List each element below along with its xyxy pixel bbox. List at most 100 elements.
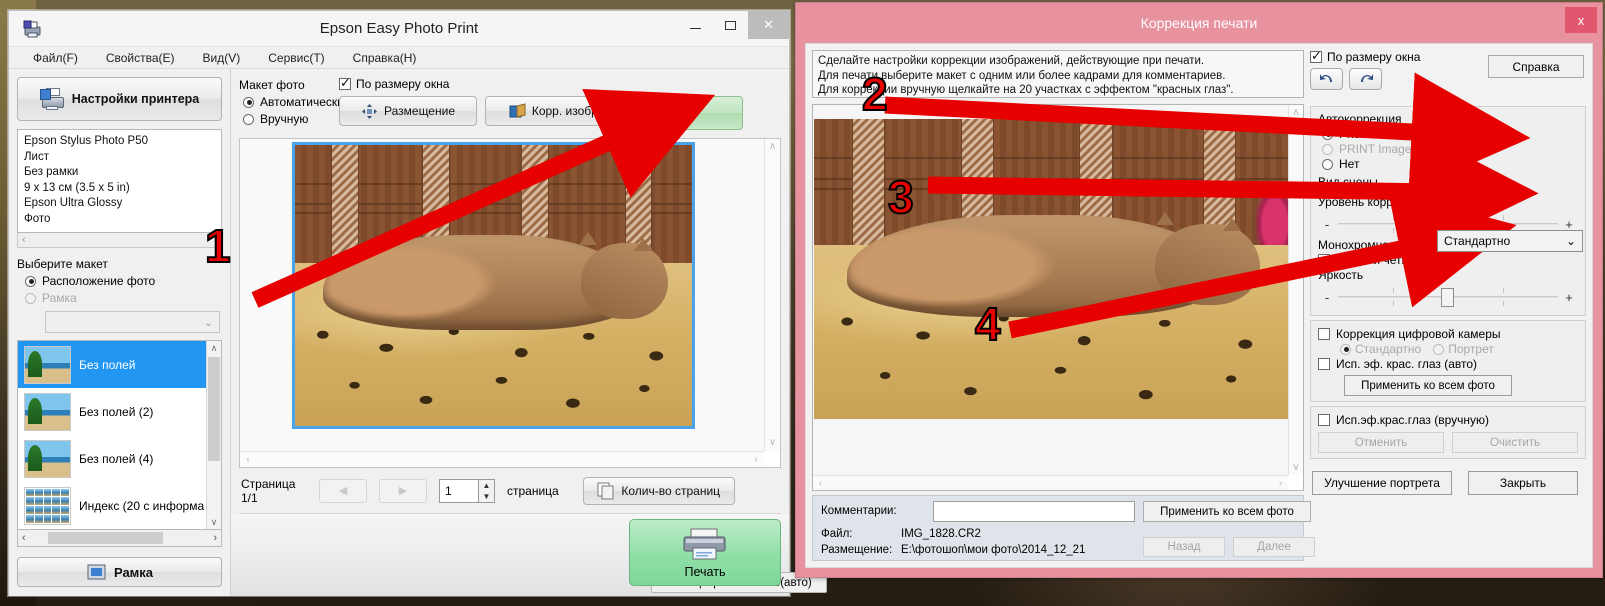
list-item[interactable]: Без полей (4) bbox=[18, 435, 221, 482]
list-item[interactable]: Индекс (20 с информа bbox=[18, 482, 221, 529]
print-button[interactable]: Печать bbox=[629, 519, 781, 586]
vivid-checkbox[interactable]: Яркое и четкое bbox=[1318, 253, 1578, 267]
undo-button[interactable]: Отменить bbox=[1318, 432, 1444, 453]
page-spin-buttons[interactable]: ▲ ▼ bbox=[479, 478, 495, 503]
dialog-close-button[interactable]: x bbox=[1565, 7, 1597, 33]
radio-icon bbox=[1433, 343, 1445, 355]
list-item-label: Индекс (20 с информа bbox=[79, 498, 205, 513]
dialog-photo-area[interactable]: ∧ ∨ ‹ › bbox=[812, 104, 1304, 491]
printer-settings-button[interactable]: Настройки принтера bbox=[17, 77, 222, 121]
close-button[interactable]: ✕ bbox=[748, 11, 789, 39]
scene-type-combo[interactable]: Стандартно ⌄ bbox=[1437, 230, 1583, 252]
comments-input[interactable] bbox=[933, 501, 1135, 522]
menu-item-properties[interactable]: Свойства(E) bbox=[92, 49, 189, 67]
list-item[interactable]: Без полей (2) bbox=[18, 388, 221, 435]
page-count-button[interactable]: Колич-во страниц bbox=[582, 476, 735, 505]
layout-radio-frame[interactable]: Рамка bbox=[25, 291, 222, 305]
frame-button[interactable]: Рамка bbox=[17, 557, 222, 587]
menu-item-file[interactable]: Файл(F) bbox=[19, 49, 92, 67]
brightness-slider[interactable]: - + bbox=[1322, 284, 1574, 310]
slider-track[interactable] bbox=[1338, 288, 1558, 307]
scroll-down-icon[interactable]: ∨ bbox=[765, 435, 780, 451]
slider-knob[interactable] bbox=[1441, 288, 1455, 307]
camera-mode-label: Стандартно bbox=[1355, 342, 1422, 356]
redeye-manual-checkbox[interactable]: Исп.эф.крас.глаз (вручную) bbox=[1318, 413, 1578, 427]
scrollbar-thumb[interactable] bbox=[208, 357, 220, 461]
autocorrect-radio-none[interactable]: Нет bbox=[1322, 157, 1578, 171]
mode-radio-manual[interactable]: Вручную bbox=[243, 112, 339, 126]
scrollbar-thumb[interactable] bbox=[48, 532, 163, 544]
previous-page-button[interactable]: ◀ bbox=[319, 478, 367, 503]
scroll-right-icon[interactable]: › bbox=[213, 234, 217, 246]
dialog-help-button[interactable]: Справка bbox=[1488, 55, 1584, 78]
back-button-label: Назад bbox=[657, 100, 697, 115]
photo-preview-large[interactable] bbox=[814, 119, 1288, 419]
spin-down-icon[interactable]: ▼ bbox=[479, 491, 494, 502]
scroll-left-icon[interactable]: ‹ bbox=[813, 476, 828, 490]
redeye-manual-buttons: Отменить Очистить bbox=[1318, 432, 1578, 453]
slider-minus-label: - bbox=[1324, 289, 1330, 305]
layout-radio-photo-arrangement[interactable]: Расположение фото bbox=[25, 274, 222, 288]
mode-radio-auto[interactable]: Автоматически bbox=[243, 95, 344, 109]
dialog-close-text-button[interactable]: Закрыть bbox=[1468, 471, 1578, 495]
dialog-photo-vscrollbar[interactable]: ∧ ∨ bbox=[1288, 105, 1303, 475]
layout-list-vscrollbar[interactable]: ∧ ∨ bbox=[206, 341, 221, 529]
scroll-up-icon[interactable]: ∧ bbox=[207, 341, 221, 355]
layout-combo[interactable]: ⌄ bbox=[45, 311, 220, 333]
layout-list-hscrollbar[interactable]: ‹ › bbox=[17, 530, 222, 547]
preview-hscrollbar[interactable]: ‹ › bbox=[240, 451, 764, 467]
preview-area[interactable]: ∧ ∨ ‹ › bbox=[239, 138, 781, 468]
menu-item-help[interactable]: Справка(H) bbox=[339, 49, 431, 67]
autocorrect-radio-print-image-matching[interactable]: PRINT Image Matching bbox=[1322, 142, 1578, 156]
apply-to-all-photos-button[interactable]: Применить ко всем фото bbox=[1143, 501, 1311, 522]
menu-item-view[interactable]: Вид(V) bbox=[189, 49, 255, 67]
list-item[interactable]: Без полей bbox=[18, 341, 221, 388]
preview-vscrollbar[interactable]: ∧ ∨ bbox=[764, 139, 780, 451]
scroll-right-icon[interactable]: › bbox=[1273, 476, 1288, 490]
scroll-left-icon[interactable]: ‹ bbox=[240, 452, 256, 467]
printer-info-hscrollbar[interactable]: ‹ › bbox=[17, 233, 222, 248]
next-page-button[interactable]: ▶ bbox=[379, 478, 427, 503]
page-number-input[interactable]: 1 bbox=[439, 478, 479, 503]
dialog-next-button[interactable]: Далее bbox=[1233, 537, 1315, 557]
autocorrect-option-label: PRINT Image Matching bbox=[1339, 142, 1464, 156]
rotate-right-button[interactable] bbox=[1349, 68, 1382, 90]
layout-radio-label: Рамка bbox=[42, 291, 77, 305]
redeye-manual-label: Исп.эф.крас.глаз (вручную) bbox=[1336, 413, 1489, 427]
maximize-button[interactable] bbox=[713, 11, 748, 39]
radio-icon bbox=[1322, 158, 1333, 170]
checkbox-icon bbox=[339, 75, 351, 91]
scroll-up-icon[interactable]: ∧ bbox=[765, 139, 780, 155]
minimize-button[interactable] bbox=[678, 11, 713, 39]
page-number-stepper[interactable]: 1 ▲ ▼ bbox=[439, 478, 495, 503]
dialog-prev-button[interactable]: Назад bbox=[1143, 537, 1225, 557]
scroll-right-icon[interactable]: › bbox=[748, 452, 764, 467]
camera-mode-row: Стандартно Портрет bbox=[1340, 342, 1578, 356]
scroll-down-icon[interactable]: ∨ bbox=[207, 515, 221, 529]
spin-up-icon[interactable]: ▲ bbox=[479, 480, 494, 491]
fit-to-window-checkbox[interactable]: По размеру окна bbox=[339, 75, 779, 91]
menu-item-service[interactable]: Сервис(T) bbox=[254, 49, 338, 67]
dialog-photo-hscrollbar[interactable]: ‹ › bbox=[813, 475, 1288, 490]
autocorrect-radio-photoenhance[interactable]: PhotoEnhance bbox=[1322, 127, 1578, 141]
menu-bar: Файл(F) Свойства(E) Вид(V) Сервис(T) Спр… bbox=[9, 47, 789, 69]
slider-knob[interactable] bbox=[1404, 215, 1417, 234]
digital-camera-checkbox[interactable]: Коррекция цифровой камеры bbox=[1318, 327, 1578, 341]
scroll-down-icon[interactable]: ∨ bbox=[1289, 460, 1303, 475]
checkbox-icon bbox=[1318, 358, 1330, 370]
redeye-auto-checkbox[interactable]: Исп. эф. крас. глаз (авто) bbox=[1318, 357, 1578, 371]
placement-button[interactable]: Размещение bbox=[339, 96, 477, 126]
scroll-left-icon[interactable]: ‹ bbox=[22, 234, 26, 246]
rotate-left-button[interactable] bbox=[1310, 68, 1343, 90]
scroll-right-icon[interactable]: › bbox=[213, 532, 217, 544]
portrait-enhancement-button[interactable]: Улучшение портрета bbox=[1312, 471, 1452, 495]
scroll-up-icon[interactable]: ∧ bbox=[1289, 105, 1303, 120]
photo-preview[interactable] bbox=[292, 142, 695, 429]
scroll-left-icon[interactable]: ‹ bbox=[22, 532, 26, 544]
radio-icon bbox=[1340, 343, 1351, 355]
clear-button[interactable]: Очистить bbox=[1452, 432, 1578, 453]
image-correction-button[interactable]: Корр. изобр. bbox=[485, 96, 625, 126]
apply-to-all-photos-button-2[interactable]: Применить ко всем фото bbox=[1344, 375, 1512, 396]
layout-list[interactable]: Без полей Без полей (2) Без полей (4) Ин… bbox=[17, 340, 222, 530]
back-button[interactable]: Назад bbox=[633, 96, 743, 130]
